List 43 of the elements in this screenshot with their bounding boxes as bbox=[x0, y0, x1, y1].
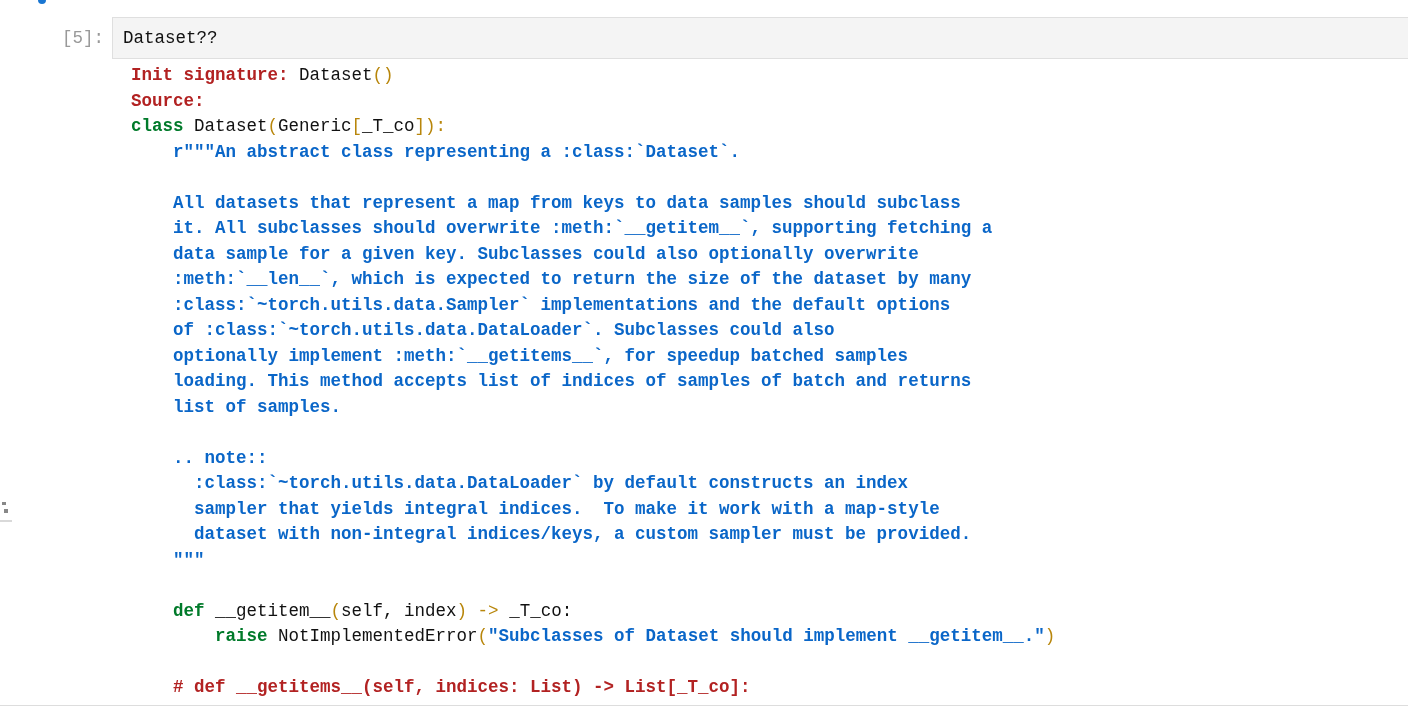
docstring-text: "Subclasses of Dataset should implement __getitem__." bbox=[488, 626, 1045, 646]
docstring-text: All datasets that represent a map from keys to data samples should subclass bbox=[172, 192, 961, 213]
code-text: Dataset bbox=[193, 116, 268, 136]
code-keyword: class bbox=[131, 116, 184, 136]
docstring-text: sampler that yields integral indices. To make it work with a map-style bbox=[193, 498, 940, 519]
code-punctuation: ( bbox=[330, 600, 342, 621]
docstring-text: dataset with non-integral indices/keys, a custom sampler must be provided. bbox=[193, 524, 972, 544]
docstring-text: :meth:`__len__`, which is expected to return the size of the dataset by many bbox=[172, 269, 972, 289]
docstring-text: it. All subclasses should overwrite :meth:`__getitem__`, supporting fetching a bbox=[172, 218, 993, 238]
docstring-text: r"""An abstract class representing a :class:`Dataset`. bbox=[172, 141, 741, 162]
docstring-text: optionally implement :meth:`__getitems__`, for speedup batched samples bbox=[172, 345, 909, 366]
code-text: Dataset bbox=[298, 65, 373, 85]
code-text: self, index bbox=[341, 600, 457, 621]
code-keyword: raise bbox=[214, 626, 268, 646]
code-input[interactable]: Dataset?? bbox=[112, 17, 1408, 59]
code-text: Generic bbox=[278, 116, 352, 136]
docstring-text: list of samples. bbox=[172, 396, 342, 417]
code-comment: # def __getitems__(self, indices: List) -> List[_T_co]: bbox=[172, 677, 751, 697]
docstring-text: :class:`~torch.utils.data.Sampler` implementations and the default options bbox=[172, 294, 951, 315]
docstring-text: .. note:: bbox=[172, 447, 268, 468]
cell-prompt: [5]: bbox=[61, 27, 105, 50]
cell-marker bbox=[38, 0, 46, 4]
docstring-text: data sample for a given key. Subclasses could also optionally overwrite bbox=[172, 243, 919, 264]
code-punctuation: ( bbox=[267, 116, 279, 136]
code-punctuation: ( bbox=[477, 626, 489, 646]
code-punctuation: ) bbox=[456, 600, 468, 621]
docstring-text: of :class:`~torch.utils.data.DataLoader`. Subclasses could also bbox=[172, 320, 835, 340]
output-label: Source: bbox=[131, 90, 205, 111]
docstring-text: """ bbox=[172, 549, 205, 570]
docstring-text: :class:`~torch.utils.data.DataLoader` by default constructs an index bbox=[193, 473, 909, 493]
code-text: __getitem__ bbox=[214, 600, 331, 621]
code-keyword: def bbox=[172, 600, 205, 621]
code-punctuation: ]): bbox=[414, 116, 447, 136]
code-punctuation: -> bbox=[476, 600, 499, 621]
code-text: _T_co bbox=[362, 116, 415, 136]
code-punctuation: ) bbox=[1044, 626, 1056, 646]
code-punctuation: () bbox=[372, 65, 394, 85]
code-text: _T_co: bbox=[508, 600, 573, 621]
docstring-text: loading. This method accepts list of indices of samples of batch and returns bbox=[172, 371, 972, 391]
code-punctuation: [ bbox=[351, 116, 363, 136]
edge-mark-icon bbox=[0, 500, 12, 522]
code-text: NotImplementedError bbox=[277, 626, 478, 646]
output-label: Init signature: bbox=[131, 65, 289, 85]
